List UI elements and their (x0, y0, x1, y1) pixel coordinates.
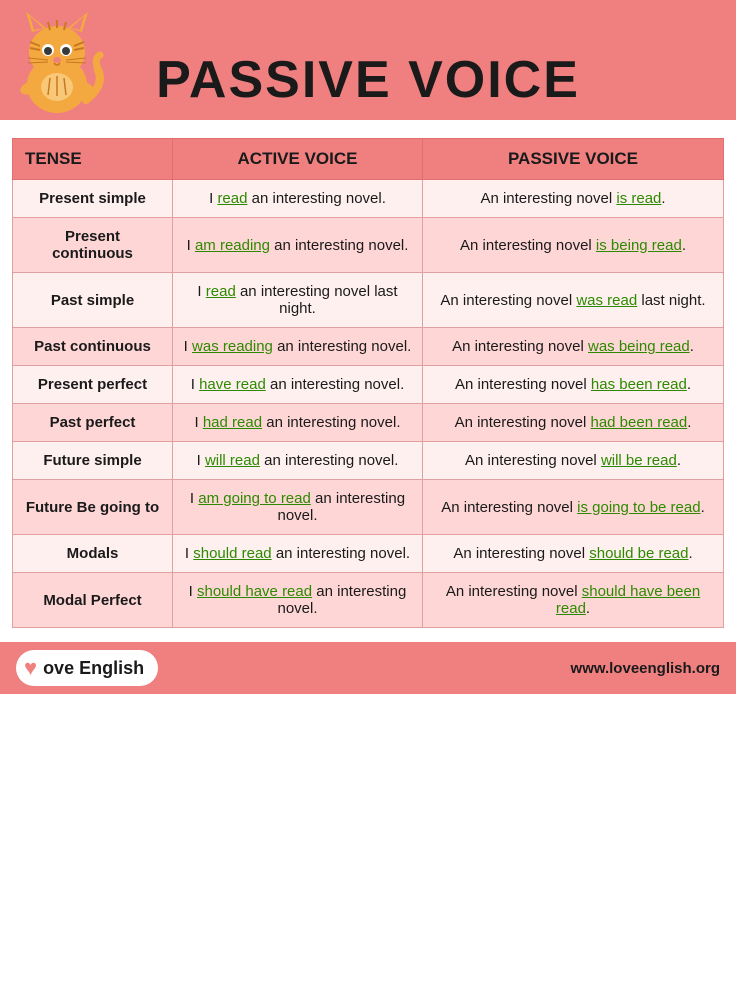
table-row: Present continuousI am reading an intere… (13, 218, 724, 273)
tense-cell: Past simple (13, 273, 173, 328)
active-voice-cell: I should have read an interesting novel. (173, 573, 423, 628)
table-row: Present simpleI read an interesting nove… (13, 180, 724, 218)
tense-cell: Future simple (13, 442, 173, 480)
active-voice-cell: I should read an interesting novel. (173, 535, 423, 573)
passive-voice-cell: An interesting novel should have been re… (423, 573, 724, 628)
passive-voice-cell: An interesting novel will be read. (423, 442, 724, 480)
table-row: Future Be going toI am going to read an … (13, 480, 724, 535)
col-header-active: ACTIVE VOICE (173, 139, 423, 180)
active-voice-cell: I am reading an interesting novel. (173, 218, 423, 273)
page-title: PASSIVE VOICE (156, 50, 580, 120)
cat-illustration (10, 0, 105, 120)
passive-verb: will be read (601, 452, 677, 469)
passive-voice-cell: An interesting novel had been read. (423, 404, 724, 442)
passive-voice-cell: An interesting novel is read. (423, 180, 724, 218)
heart-icon: ♥ (24, 655, 37, 681)
table-row: Past simpleI read an interesting novel l… (13, 273, 724, 328)
passive-verb: is being read (596, 237, 682, 254)
passive-verb: has been read (591, 376, 687, 393)
active-voice-cell: I read an interesting novel last night. (173, 273, 423, 328)
active-verb: had read (203, 414, 262, 431)
active-verb: am going to read (198, 490, 311, 507)
active-verb: have read (199, 376, 266, 393)
header-gap (0, 120, 736, 138)
active-verb: read (206, 283, 236, 300)
tense-cell: Modals (13, 535, 173, 573)
table-row: Past perfectI had read an interesting no… (13, 404, 724, 442)
active-verb: read (217, 190, 247, 207)
tense-cell: Past continuous (13, 328, 173, 366)
active-verb: am reading (195, 237, 270, 254)
active-verb: should read (193, 545, 271, 562)
passive-voice-cell: An interesting novel is going to be read… (423, 480, 724, 535)
footer-url: www.loveenglish.org (571, 660, 720, 677)
tense-cell: Future Be going to (13, 480, 173, 535)
main-content: TENSE ACTIVE VOICE PASSIVE VOICE Present… (0, 138, 736, 638)
page-footer: ♥ ove English www.loveenglish.org (0, 642, 736, 694)
passive-verb: was being read (588, 338, 690, 355)
passive-voice-cell: An interesting novel should be read. (423, 535, 724, 573)
active-voice-cell: I have read an interesting novel. (173, 366, 423, 404)
table-row: Present perfectI have read an interestin… (13, 366, 724, 404)
col-header-tense: TENSE (13, 139, 173, 180)
passive-verb: should be read (589, 545, 688, 562)
table-row: Future simpleI will read an interesting … (13, 442, 724, 480)
active-voice-cell: I am going to read an interesting novel. (173, 480, 423, 535)
passive-voice-cell: An interesting novel was read last night… (423, 273, 724, 328)
passive-voice-table: TENSE ACTIVE VOICE PASSIVE VOICE Present… (12, 138, 724, 628)
active-voice-cell: I will read an interesting novel. (173, 442, 423, 480)
page-header: PASSIVE VOICE (0, 0, 736, 120)
table-row: Past continuousI was reading an interest… (13, 328, 724, 366)
logo-text: ove English (43, 658, 144, 679)
active-voice-cell: I was reading an interesting novel. (173, 328, 423, 366)
tense-cell: Past perfect (13, 404, 173, 442)
active-voice-cell: I had read an interesting novel. (173, 404, 423, 442)
passive-verb: is read (616, 190, 661, 207)
passive-verb: should have been read (556, 583, 700, 617)
passive-verb: is going to be read (577, 499, 700, 516)
active-voice-cell: I read an interesting novel. (173, 180, 423, 218)
table-row: ModalsI should read an interesting novel… (13, 535, 724, 573)
passive-voice-cell: An interesting novel has been read. (423, 366, 724, 404)
table-header-row: TENSE ACTIVE VOICE PASSIVE VOICE (13, 139, 724, 180)
logo: ♥ ove English (16, 650, 158, 686)
passive-verb: was read (576, 292, 637, 309)
active-verb: was reading (192, 338, 273, 355)
passive-voice-cell: An interesting novel was being read. (423, 328, 724, 366)
active-verb: should have read (197, 583, 312, 600)
passive-verb: had been read (590, 414, 687, 431)
tense-cell: Present perfect (13, 366, 173, 404)
active-verb: will read (205, 452, 260, 469)
tense-cell: Modal Perfect (13, 573, 173, 628)
table-row: Modal PerfectI should have read an inter… (13, 573, 724, 628)
passive-voice-cell: An interesting novel is being read. (423, 218, 724, 273)
tense-cell: Present continuous (13, 218, 173, 273)
tense-cell: Present simple (13, 180, 173, 218)
col-header-passive: PASSIVE VOICE (423, 139, 724, 180)
